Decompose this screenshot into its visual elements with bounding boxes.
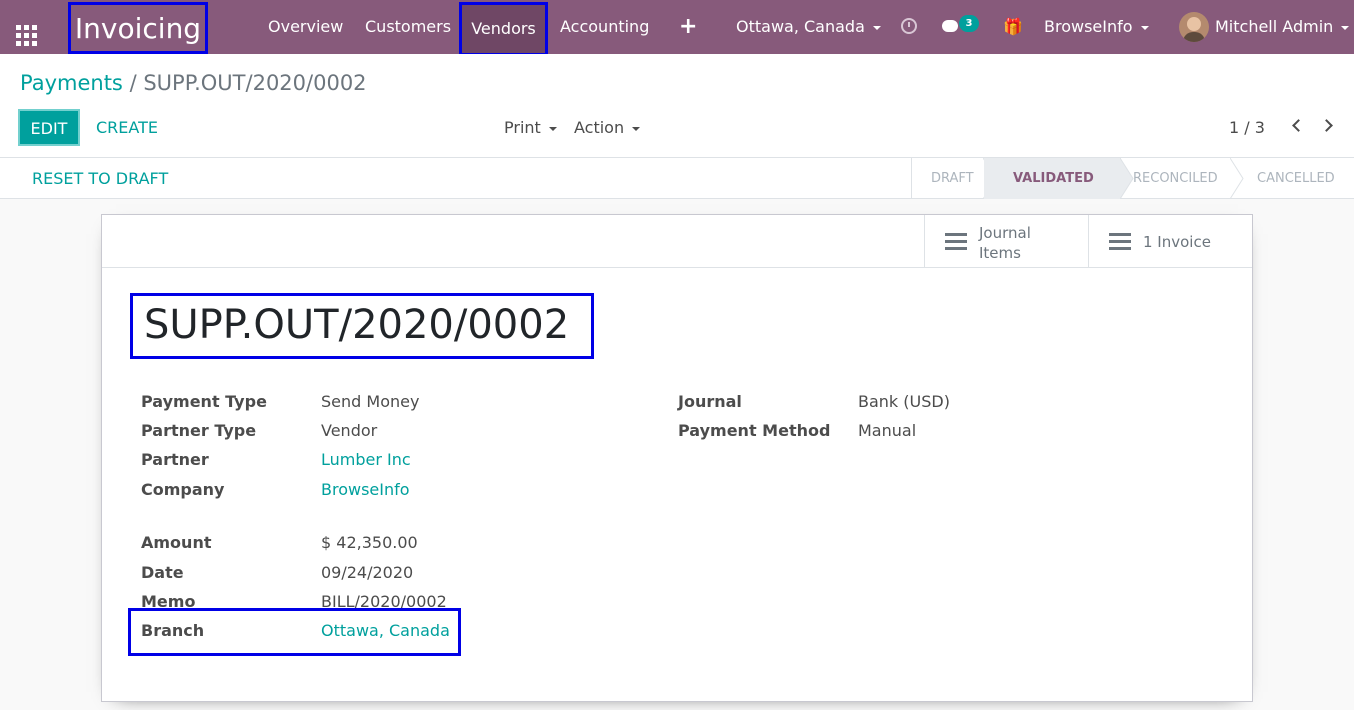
partner-link[interactable]: Lumber Inc — [321, 450, 411, 469]
list-icon — [1109, 233, 1131, 250]
field-label-amount: Amount — [141, 533, 212, 552]
print-dropdown[interactable]: Print — [504, 118, 557, 137]
stage-validated: VALIDATED — [984, 158, 1121, 199]
status-bar: RESET TO DRAFT DRAFT VALIDATED RECONCILE… — [0, 158, 1354, 199]
stage-pipeline: DRAFT VALIDATED RECONCILED CANCELLED — [911, 158, 1335, 199]
chat-bubble-icon — [942, 20, 958, 32]
invoice-button-label: 1 Invoice — [1143, 233, 1211, 251]
user-menu[interactable]: Mitchell Admin — [1215, 0, 1350, 54]
field-label-journal: Journal — [678, 392, 742, 411]
control-panel: Payments / SUPP.OUT/2020/0002 EDIT CREAT… — [0, 54, 1354, 158]
stage-reconciled: RECONCILED — [1133, 171, 1218, 186]
field-label-payment-method: Payment Method — [678, 421, 831, 440]
stage-draft: DRAFT — [931, 171, 974, 186]
branch-switcher[interactable]: Ottawa, Canada — [736, 0, 881, 54]
action-dropdown[interactable]: Action — [574, 118, 641, 137]
user-name: Mitchell Admin — [1215, 17, 1334, 36]
caret-down-icon — [1341, 25, 1350, 30]
message-count-badge: 3 — [959, 15, 979, 32]
breadcrumb-separator: / — [129, 71, 137, 95]
menu-vendors[interactable]: Vendors — [459, 2, 548, 56]
apps-menu-icon[interactable] — [16, 0, 44, 54]
caret-down-icon — [548, 126, 557, 131]
plus-icon[interactable]: + — [679, 0, 697, 54]
field-label-payment-type: Payment Type — [141, 392, 267, 411]
field-value-payment-type: Send Money — [321, 392, 420, 411]
breadcrumb-current: SUPP.OUT/2020/0002 — [143, 71, 367, 95]
field-value-date: 09/24/2020 — [321, 563, 414, 582]
field-label-date: Date — [141, 563, 184, 582]
chevron-left-icon[interactable] — [1290, 120, 1302, 132]
reset-to-draft-button[interactable]: RESET TO DRAFT — [32, 169, 168, 188]
print-dropdown-label: Print — [504, 118, 541, 137]
pager-value[interactable]: 1 / 3 — [1229, 118, 1265, 137]
branch-link[interactable]: Ottawa, Canada — [321, 621, 450, 640]
stage-chevron-icon — [1230, 158, 1244, 199]
invoice-button[interactable]: 1 Invoice — [1088, 215, 1252, 267]
smart-button-box: Journal Items 1 Invoice — [102, 215, 1252, 268]
field-label-company: Company — [141, 480, 225, 499]
record-title-highlight: SUPP.OUT/2020/0002 — [130, 293, 594, 359]
field-value-partner-type: Vendor — [321, 421, 378, 440]
chevron-right-icon[interactable] — [1322, 120, 1334, 132]
user-avatar[interactable] — [1179, 12, 1209, 42]
company-switcher[interactable]: BrowseInfo — [1044, 0, 1149, 54]
action-dropdown-label: Action — [574, 118, 625, 137]
activities-button[interactable] — [901, 0, 917, 54]
list-icon — [945, 233, 967, 250]
field-label-branch: Branch — [141, 621, 205, 640]
company-switcher-label: BrowseInfo — [1044, 17, 1133, 36]
caret-down-icon — [632, 126, 641, 131]
app-title[interactable]: Invoicing — [68, 2, 208, 54]
field-label-partner-type: Partner Type — [141, 421, 257, 440]
top-navbar: Invoicing Overview Customers Vendors Acc… — [0, 0, 1354, 56]
gift-icon[interactable]: 🎁 — [1003, 0, 1023, 54]
messaging-button[interactable] — [942, 0, 958, 54]
journal-items-button[interactable]: Journal Items — [924, 215, 1089, 267]
breadcrumb: Payments / SUPP.OUT/2020/0002 — [20, 71, 367, 95]
journal-items-label: Journal Items — [979, 224, 1031, 262]
menu-customers[interactable]: Customers — [365, 0, 451, 54]
caret-down-icon — [872, 25, 881, 30]
caret-down-icon — [1140, 25, 1149, 30]
field-value-journal: Bank (USD) — [858, 392, 950, 411]
form-sheet: Journal Items 1 Invoice SUPP.OUT/2020/00… — [101, 214, 1253, 702]
stage-cancelled: CANCELLED — [1257, 171, 1335, 186]
menu-accounting[interactable]: Accounting — [560, 0, 649, 54]
breadcrumb-payments-link[interactable]: Payments — [20, 71, 123, 95]
field-label-partner: Partner — [141, 450, 209, 469]
menu-overview[interactable]: Overview — [268, 0, 343, 54]
create-button[interactable]: CREATE — [96, 118, 158, 137]
clock-icon — [901, 18, 917, 34]
field-value-amount: $ 42,350.00 — [321, 533, 418, 552]
edit-button[interactable]: EDIT — [18, 109, 80, 146]
company-link[interactable]: BrowseInfo — [321, 480, 410, 499]
stage-chevron-icon — [1120, 158, 1134, 199]
branch-switcher-label: Ottawa, Canada — [736, 17, 865, 36]
record-title: SUPP.OUT/2020/0002 — [144, 302, 570, 348]
field-value-payment-method: Manual — [858, 421, 917, 440]
